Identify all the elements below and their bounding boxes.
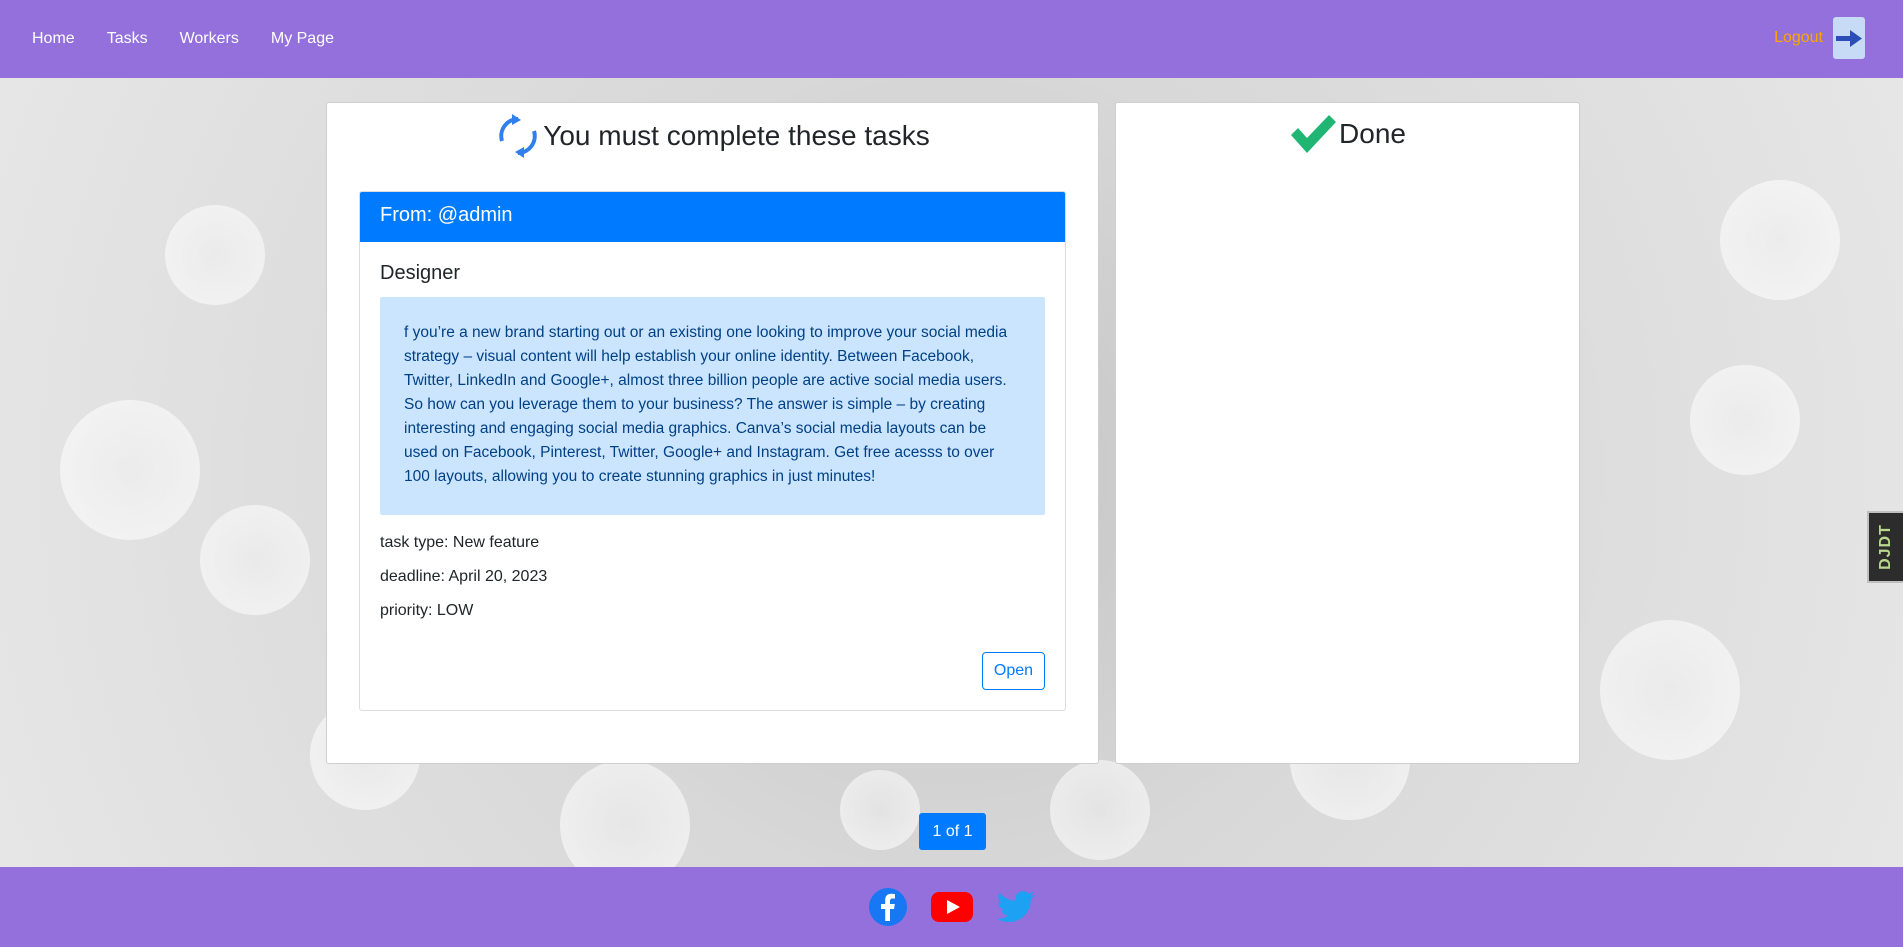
task-description: f you’re a new brand starting out or an … — [380, 297, 1045, 515]
pagination-indicator[interactable]: 1 of 1 — [919, 813, 986, 850]
done-panel: Done — [1115, 102, 1580, 764]
debug-toolbar-handle[interactable]: DJDT — [1867, 511, 1903, 583]
background-bokeh — [840, 770, 920, 850]
sync-icon — [499, 114, 537, 158]
youtube-icon[interactable] — [928, 883, 976, 931]
background-bokeh — [1050, 760, 1150, 860]
checkmark-icon — [1291, 115, 1337, 153]
nav-link-workers[interactable]: Workers — [164, 22, 255, 56]
open-task-button[interactable]: Open — [982, 652, 1045, 690]
facebook-icon[interactable] — [864, 883, 912, 931]
task-card: From: @admin Designer f you’re a new bra… — [359, 191, 1066, 711]
done-panel-title: Done — [1116, 113, 1579, 155]
task-type: task type: New feature — [380, 534, 540, 551]
background-bokeh — [1690, 365, 1800, 475]
logout-area: Logout — [1774, 17, 1865, 59]
todo-panel-heading: You must complete these tasks — [543, 120, 930, 151]
task-card-header: From: @admin — [360, 192, 1065, 242]
footer — [0, 867, 1903, 947]
background-bokeh — [1600, 620, 1740, 760]
debug-toolbar-label: DJDT — [1877, 524, 1894, 570]
top-navbar: Home Tasks Workers My Page Logout — [0, 0, 1903, 78]
background-bokeh — [1720, 180, 1840, 300]
background-bokeh — [165, 205, 265, 305]
background-bokeh — [60, 400, 200, 540]
task-card-body: Designer f you’re a new brand starting o… — [360, 242, 1065, 640]
logout-link[interactable]: Logout — [1774, 29, 1823, 47]
task-title: Designer — [380, 262, 461, 284]
todo-panel-title: You must complete these tasks — [327, 113, 1098, 159]
nav-link-home[interactable]: Home — [16, 22, 91, 56]
task-deadline: deadline: April 20, 2023 — [380, 568, 548, 585]
todo-panel: You must complete these tasks From: @adm… — [326, 102, 1099, 764]
nav-links: Home Tasks Workers My Page — [16, 22, 350, 56]
nav-link-my-page[interactable]: My Page — [255, 22, 350, 56]
task-priority: priority: LOW — [380, 602, 474, 619]
logout-arrow-icon[interactable] — [1833, 17, 1865, 59]
done-panel-heading: Done — [1339, 118, 1406, 149]
twitter-icon[interactable] — [992, 883, 1040, 931]
background-bokeh — [200, 505, 310, 615]
nav-link-tasks[interactable]: Tasks — [91, 22, 164, 56]
